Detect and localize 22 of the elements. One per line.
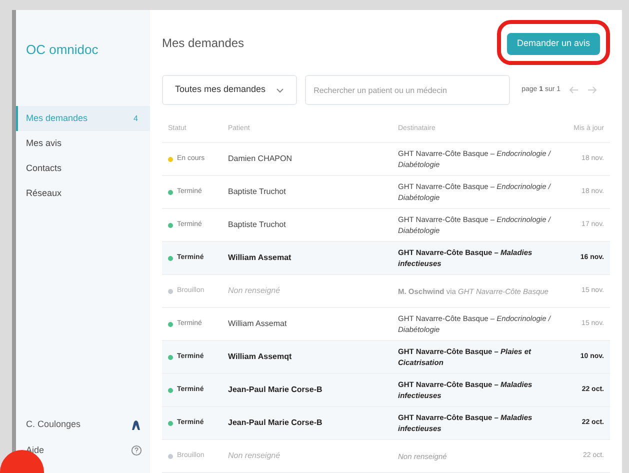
patient-name: Non renseigné — [228, 450, 282, 462]
patient-name: Jean-Paul Marie Corse-B — [228, 384, 324, 396]
patient-name: Damien CHAPON — [228, 153, 294, 165]
help-icon[interactable] — [131, 444, 142, 456]
user-icon[interactable] — [130, 418, 142, 431]
patient-name: William Assemat — [228, 318, 288, 330]
patient-name: William Assemqt — [228, 351, 293, 363]
search-field[interactable]: Rechercher un patient ou un médecin — [304, 75, 510, 106]
page-title: Mes demandes — [162, 34, 244, 52]
patient-name: William Assemat — [228, 252, 292, 264]
patient-name: Baptiste Truchot — [228, 186, 287, 198]
patient-name: Baptiste Truchot — [228, 219, 287, 231]
sidebar-item[interactable]: Mes avis — [16, 131, 150, 156]
count-label: 4 — [134, 112, 138, 124]
filter-dropdown[interactable]: Toutes mes demandes — [162, 75, 297, 106]
sidebar-item[interactable]: Contacts — [16, 156, 150, 181]
patient-name: Non renseigné — [228, 285, 282, 297]
sidebar-item[interactable]: Réseaux — [16, 181, 150, 206]
patient-name: Jean-Paul Marie Corse-B — [228, 417, 324, 429]
chevron-down-icon — [276, 88, 284, 93]
logo: OC omnidoc — [25, 41, 100, 59]
user-name[interactable]: C. Coulonges — [26, 418, 81, 432]
